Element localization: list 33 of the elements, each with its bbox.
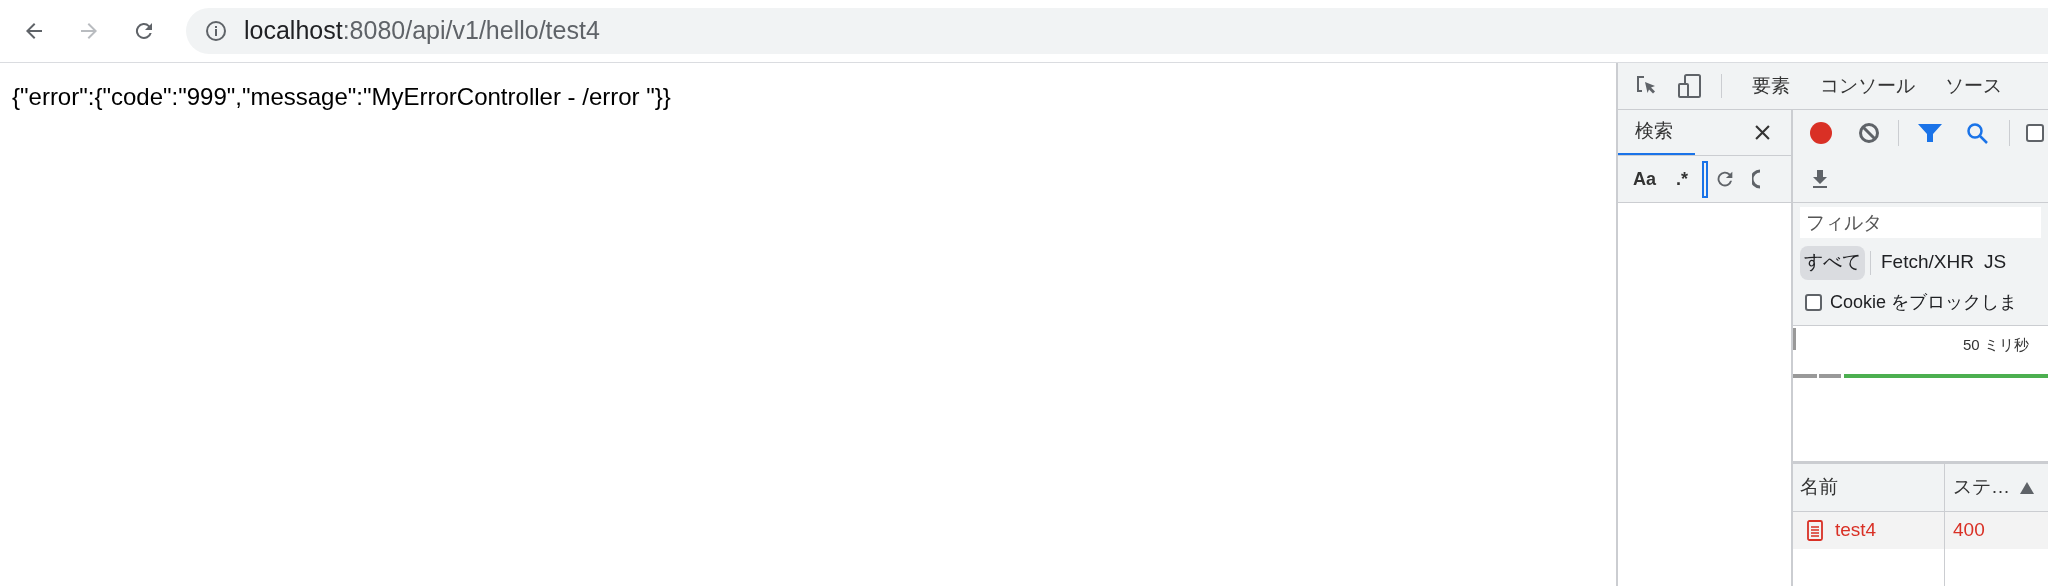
url-text: localhost:8080/api/v1/hello/test4 — [244, 15, 600, 47]
type-filter-button[interactable]: Fetch/XHR — [1876, 245, 1979, 280]
type-filter-button[interactable]: すべて — [1800, 245, 1865, 280]
preserve-log-checkbox[interactable] — [2026, 124, 2044, 142]
search-option-toggle[interactable]: .* — [1676, 165, 1689, 193]
column-header[interactable]: ステ… — [1953, 473, 2010, 502]
request-row[interactable]: test4 400 — [1793, 512, 2048, 549]
close-icon[interactable] — [1755, 125, 1770, 140]
block-cookies-label: Cookie をブロックしま — [1830, 290, 2018, 314]
devtools-tab[interactable]: ソース — [1945, 71, 2002, 101]
device-toolbar-icon[interactable] — [1677, 73, 1703, 99]
block-icon[interactable] — [1858, 122, 1880, 144]
search-icon[interactable] — [1965, 121, 1989, 145]
document-icon — [1807, 520, 1823, 541]
focus-ring — [1702, 160, 1709, 198]
address-bar[interactable]: localhost:8080/api/v1/hello/test4 — [186, 8, 2048, 54]
request-name: test4 — [1835, 518, 1877, 543]
filter-icon[interactable] — [1917, 122, 1943, 144]
column-header[interactable]: 名前 — [1793, 464, 1945, 511]
type-filter-button[interactable]: JS — [1978, 245, 2012, 280]
devtools-tab[interactable]: コンソール — [1820, 71, 1915, 101]
sort-ascending-icon[interactable] — [2020, 481, 2034, 494]
json-response-text: {"error":{"code":"999","message":"MyErrorController - /error "}} — [12, 83, 671, 110]
block-cookies-checkbox[interactable] — [1805, 293, 1822, 311]
record-icon[interactable] — [1810, 122, 1832, 144]
request-status: 400 — [1953, 518, 1985, 543]
search-option-toggle[interactable]: Aa — [1633, 165, 1656, 193]
download-icon[interactable] — [1811, 169, 1829, 189]
filter-field[interactable]: フィルタ — [1800, 207, 2041, 238]
devtools-tab[interactable]: 要素 — [1752, 71, 1790, 101]
info-icon[interactable] — [204, 19, 228, 43]
clear-icon[interactable] — [1752, 168, 1761, 190]
timeline-tick-label: 50 ミリ秒 — [1963, 335, 2029, 355]
